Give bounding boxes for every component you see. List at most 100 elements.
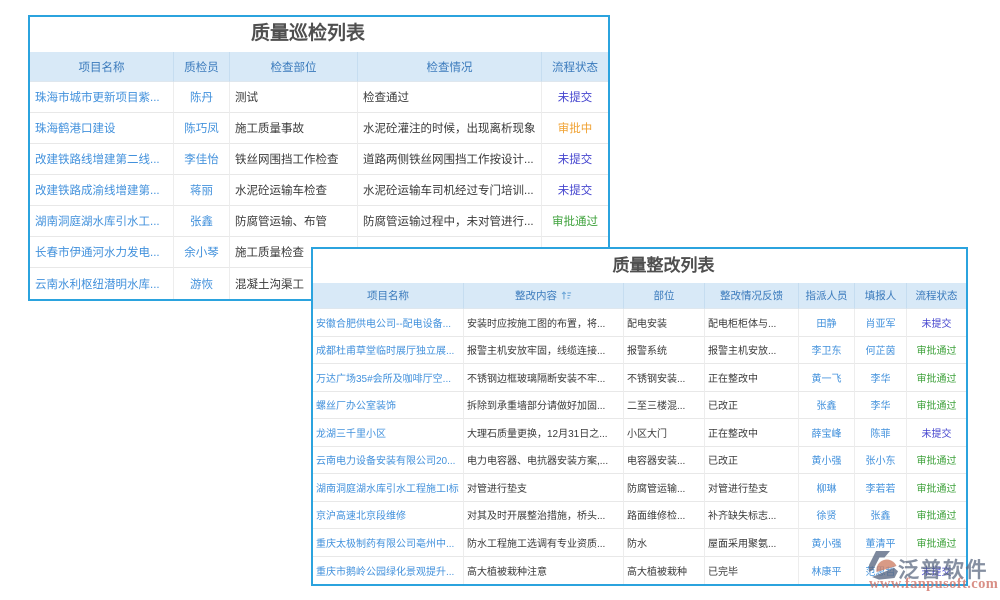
cell-part: 配电安装 — [624, 309, 705, 337]
cell-part: 二至三楼混... — [624, 392, 705, 420]
cell-reporter[interactable]: 董清平 — [855, 529, 907, 557]
cell-reporter[interactable]: 范思哲 — [855, 557, 907, 585]
cell-reporter[interactable]: 李若若 — [855, 474, 907, 502]
cell-project-name[interactable]: 安徽合肥供电公司--配电设备... — [313, 309, 464, 337]
column-header-flow-status: 流程状态 — [542, 52, 608, 82]
cell-flow-status: 审批通过 — [907, 447, 966, 475]
cell-part: 高大植被栽种 — [624, 557, 705, 585]
column-header-check-part: 检查部位 — [230, 52, 358, 82]
cell-feedback: 已改正 — [705, 392, 799, 420]
cell-project-name[interactable]: 重庆市鹅岭公园绿化景观提升... — [313, 557, 464, 585]
column-header-part: 部位 — [624, 283, 705, 309]
cell-check-result: 水泥砼运输车司机经过专门培训... — [358, 175, 542, 206]
cell-project-name[interactable]: 长春市伊通河水力发电... — [30, 237, 174, 268]
cell-check-result: 水泥砼灌注的时候，出现离析现象 — [358, 113, 542, 144]
cell-inspector[interactable]: 李佳怡 — [174, 144, 230, 175]
cell-part: 防腐管运输... — [624, 474, 705, 502]
cell-flow-status: 审批通过 — [907, 364, 966, 392]
cell-flow-status: 审批通过 — [907, 392, 966, 420]
cell-assignee[interactable]: 林康平 — [799, 557, 855, 585]
cell-flow-status: 审批通过 — [542, 206, 608, 237]
cell-project-name[interactable]: 成都杜甫草堂临时展厅独立展... — [313, 337, 464, 365]
cell-part: 小区大门 — [624, 419, 705, 447]
cell-assignee[interactable]: 黄小强 — [799, 529, 855, 557]
cell-part: 路面维修检... — [624, 502, 705, 530]
cell-part: 不锈钢安装... — [624, 364, 705, 392]
cell-project-name[interactable]: 万达广场35#会所及咖啡厅空... — [313, 364, 464, 392]
cell-flow-status: 审批通过 — [907, 337, 966, 365]
cell-inspector[interactable]: 余小琴 — [174, 237, 230, 268]
cell-assignee[interactable]: 薛宝峰 — [799, 419, 855, 447]
cell-assignee[interactable]: 张鑫 — [799, 392, 855, 420]
cell-inspector[interactable]: 游恢 — [174, 268, 230, 299]
cell-feedback: 已完毕 — [705, 557, 799, 585]
cell-project-name[interactable]: 云南电力设备安装有限公司20... — [313, 447, 464, 475]
cell-part: 电容器安装... — [624, 447, 705, 475]
cell-flow-status: 审批通过 — [907, 529, 966, 557]
cell-assignee[interactable]: 李卫东 — [799, 337, 855, 365]
column-header-inspector: 质检员 — [174, 52, 230, 82]
cell-assignee[interactable]: 徐贤 — [799, 502, 855, 530]
cell-reporter[interactable]: 张小东 — [855, 447, 907, 475]
cell-feedback: 对管进行垫支 — [705, 474, 799, 502]
page: { "page": { "background": "#ffffff" }, "… — [0, 0, 1000, 600]
cell-project-name[interactable]: 珠海市城市更新项目紫... — [30, 82, 174, 113]
column-header-project-name: 项目名称 — [313, 283, 464, 309]
cell-reporter[interactable]: 张鑫 — [855, 502, 907, 530]
cell-flow-status: 未提交 — [907, 557, 966, 585]
cell-project-name[interactable]: 珠海鹤港口建设 — [30, 113, 174, 144]
cell-rectify-content: 电力电容器、电抗器安装方案,... — [464, 447, 624, 475]
cell-part: 报警系统 — [624, 337, 705, 365]
cell-rectify-content: 高大植被栽种注意 — [464, 557, 624, 585]
cell-inspector[interactable]: 陈巧凤 — [174, 113, 230, 144]
cell-rectify-content: 不锈钢边框玻璃隔断安装不牢... — [464, 364, 624, 392]
cell-check-part: 水泥砼运输车检查 — [230, 175, 358, 206]
column-header-project-name: 项目名称 — [30, 52, 174, 82]
column-header-rectify-content[interactable]: 整改内容 — [464, 283, 624, 309]
cell-check-part: 施工质量事故 — [230, 113, 358, 144]
column-header-assignee: 指派人员 — [799, 283, 855, 309]
rectify-table-grid: 项目名称整改内容部位整改情况反馈指派人员填报人流程状态安徽合肥供电公司--配电设… — [313, 283, 966, 584]
cell-feedback: 正在整改中 — [705, 364, 799, 392]
cell-project-name[interactable]: 重庆太极制药有限公司亳州中... — [313, 529, 464, 557]
cell-project-name[interactable]: 龙湖三千里小区 — [313, 419, 464, 447]
cell-check-part: 测试 — [230, 82, 358, 113]
cell-check-result: 防腐管运输过程中，未对管进行... — [358, 206, 542, 237]
cell-rectify-content: 对其及时开展整治措施，桥头... — [464, 502, 624, 530]
cell-project-name[interactable]: 湖南洞庭湖水库引水工... — [30, 206, 174, 237]
cell-check-part: 铁丝网围挡工作检查 — [230, 144, 358, 175]
cell-reporter[interactable]: 何芷茵 — [855, 337, 907, 365]
cell-assignee[interactable]: 黄小强 — [799, 447, 855, 475]
cell-reporter[interactable]: 陈菲 — [855, 419, 907, 447]
cell-rectify-content: 防水工程施工选调有专业资质... — [464, 529, 624, 557]
cell-feedback: 屋面采用聚氨... — [705, 529, 799, 557]
cell-project-name[interactable]: 云南水利枢纽潜明水库... — [30, 268, 174, 299]
cell-reporter[interactable]: 肖亚军 — [855, 309, 907, 337]
cell-inspector[interactable]: 陈丹 — [174, 82, 230, 113]
cell-project-name[interactable]: 螺丝厂办公室装饰 — [313, 392, 464, 420]
cell-flow-status: 审批中 — [542, 113, 608, 144]
cell-reporter[interactable]: 李华 — [855, 392, 907, 420]
sort-icon[interactable] — [561, 290, 572, 301]
cell-inspector[interactable]: 蒋丽 — [174, 175, 230, 206]
cell-reporter[interactable]: 李华 — [855, 364, 907, 392]
cell-flow-status: 未提交 — [542, 82, 608, 113]
cell-check-part: 防腐管运输、布管 — [230, 206, 358, 237]
rectify-table-title: 质量整改列表 — [313, 249, 966, 283]
cell-project-name[interactable]: 改建铁路成渝线增建第... — [30, 175, 174, 206]
cell-flow-status: 未提交 — [907, 309, 966, 337]
cell-feedback: 配电柜柜体与... — [705, 309, 799, 337]
cell-flow-status: 审批通过 — [907, 474, 966, 502]
cell-assignee[interactable]: 黄一飞 — [799, 364, 855, 392]
cell-check-result: 道路两侧铁丝网围挡工作按设计... — [358, 144, 542, 175]
cell-flow-status: 未提交 — [542, 144, 608, 175]
cell-rectify-content: 拆除到承重墙部分请做好加固... — [464, 392, 624, 420]
rectify-table-panel: 质量整改列表 项目名称整改内容部位整改情况反馈指派人员填报人流程状态安徽合肥供电… — [311, 247, 968, 586]
cell-rectify-content: 对管进行垫支 — [464, 474, 624, 502]
cell-assignee[interactable]: 柳琳 — [799, 474, 855, 502]
cell-inspector[interactable]: 张鑫 — [174, 206, 230, 237]
cell-project-name[interactable]: 改建铁路线增建第二线... — [30, 144, 174, 175]
cell-assignee[interactable]: 田静 — [799, 309, 855, 337]
cell-project-name[interactable]: 湖南洞庭湖水库引水工程施工I标 — [313, 474, 464, 502]
cell-project-name[interactable]: 京沪高速北京段维修 — [313, 502, 464, 530]
